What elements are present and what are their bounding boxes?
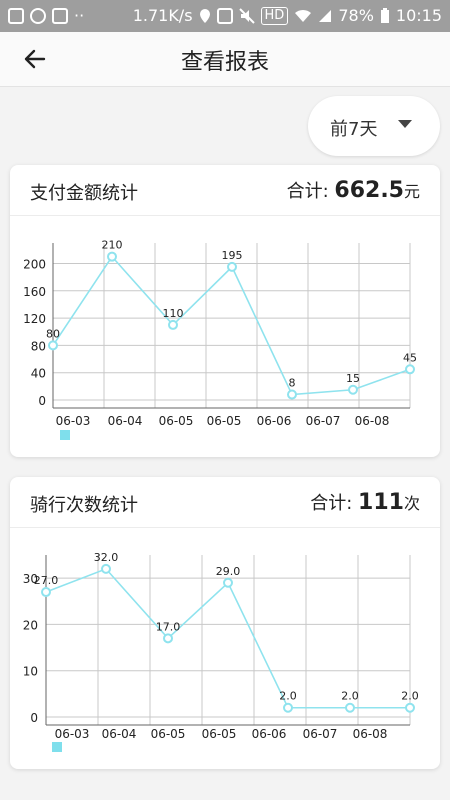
image-icon [8,7,24,24]
nfc-icon [216,7,233,24]
y-tick-label: 120 [23,312,46,326]
x-tick-label: 06-03 [55,727,90,741]
range-dropdown[interactable]: 前7天 [308,96,440,156]
x-tick-label: 06-06 [257,414,292,428]
location-icon [199,8,210,23]
y-tick-label: 200 [23,257,46,271]
page-title: 查看报表 [180,50,269,75]
y-tick-label: 80 [31,339,46,353]
data-label: 27.0 [34,574,59,587]
s-icon [52,7,68,24]
caret-down-icon [398,120,412,128]
data-point [283,702,293,713]
y-tick-label: 40 [31,367,46,381]
data-point [223,577,233,588]
status-bar: ·· 1.71K/s HD 78% 10:15 [0,0,450,32]
data-label: 29.0 [216,565,241,578]
y-tick-label: 20 [23,618,38,632]
data-point [48,340,58,351]
data-label: 15 [346,372,360,385]
data-point [107,251,117,262]
x-tick-label: 06-03 [56,414,91,428]
network-speed: 1.71K/s [132,6,193,25]
data-label: 110 [163,307,184,320]
payment-legend-swatch [60,430,70,440]
x-tick-label: 06-05 [207,414,242,428]
battery-level: 78% [338,6,374,25]
data-label: 2.0 [401,690,419,703]
data-label: 80 [46,327,60,340]
y-tick-label: 0 [30,711,38,725]
x-tick-label: 06-04 [102,727,137,741]
x-tick-label: 06-08 [353,727,388,741]
data-point [101,563,111,574]
battery-icon [380,7,389,23]
data-label: 210 [102,239,123,252]
x-tick-label: 06-07 [303,727,338,741]
wifi-icon [295,9,312,22]
status-right: 1.71K/s HD 78% 10:15 [133,6,442,25]
series-line [45,567,410,709]
dots-icon: ·· [74,6,85,25]
status-left: ·· [8,6,84,25]
payment-chart: 0408012016020006-03 06-04 06-05 06-05 06-06 0… [23,239,417,428]
clock: 10:15 [395,6,442,25]
x-tick-label: 06-04 [108,414,143,428]
app-bar: 查看报表 [0,32,450,87]
data-point [287,389,297,400]
x-tick-label: 06-05 [159,414,194,428]
rides-chart: 010203006-03 06-04 06-05 06-05 06-06 06-07 06-… [23,551,419,741]
x-tick-label: 06-08 [355,414,390,428]
data-point [163,633,173,644]
payment-card: 支付金额统计 合计: 662.5元 0 40 80 120 160 200 06-03 06-… [10,165,440,457]
data-label: 8 [289,377,296,390]
data-point [405,702,415,713]
app-icon [30,7,46,24]
data-point [405,364,415,375]
data-label: 2.0 [279,690,297,703]
hd-badge: HD [260,6,289,25]
data-label: 17.0 [156,620,181,633]
data-point [227,261,237,272]
x-tick-label: 06-06 [252,727,287,741]
rides-card: 骑行次数统计 合计: 111次 0 10 20 30 06-03 06-04 06-05 06… [10,477,440,769]
range-label: 前7天 [330,119,378,140]
y-tick-label: 10 [23,665,38,679]
y-tick-label: 0 [38,394,46,408]
data-point [348,384,358,395]
data-point [41,587,51,598]
y-tick-label: 160 [23,285,46,299]
data-label: 45 [403,351,417,364]
data-label: 32.0 [94,551,119,564]
data-point [345,702,355,713]
data-label: 2.0 [341,690,359,703]
x-tick-label: 06-05 [202,727,237,741]
signal-icon [319,9,332,22]
data-point [168,319,178,330]
mute-icon [238,7,255,24]
x-tick-label: 06-07 [306,414,341,428]
x-tick-label: 06-05 [151,727,186,741]
data-label: 195 [222,249,243,262]
rides-legend-swatch [52,742,62,752]
